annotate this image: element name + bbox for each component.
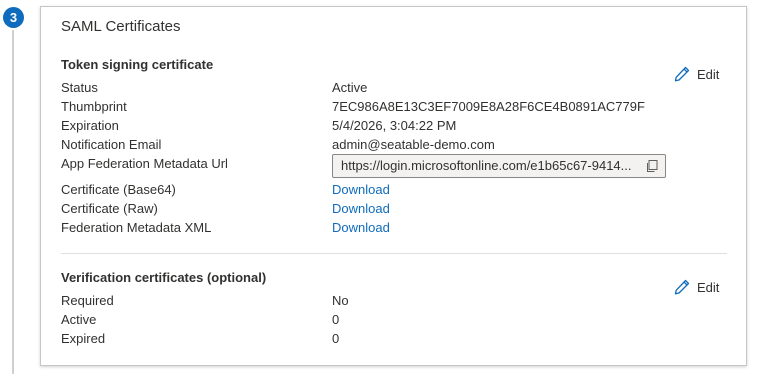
section-divider [61,253,727,254]
token-signing-edit-button[interactable]: Edit [673,65,719,83]
token-signing-title: Token signing certificate [61,57,214,72]
step-connector-line [12,30,14,374]
edit-label: Edit [697,66,720,82]
row-label: Notification Email [61,137,162,152]
row-value: 0 [332,312,340,327]
row-label: Status [61,80,98,95]
row-value: 7EC986A8E13C3EF7009E8A28F6CE4B0891AC779F [332,99,645,114]
metadata-url-value: https://login.microsoftonline.com/e1b65c… [341,158,632,173]
row-label: Active [61,312,97,327]
row-label: Federation Metadata XML [61,220,212,235]
row-value: No [332,293,349,308]
row-value: 5/4/2026, 3:04:22 PM [332,118,457,133]
card-title: SAML Certificates [61,18,181,35]
pencil-icon [674,279,690,295]
download-raw-link[interactable]: Download [332,199,390,218]
row-value: admin@seatable-demo.com [332,137,495,152]
saml-certificates-card: SAML Certificates Token signing certific… [40,6,747,366]
row-value: Active [332,80,368,95]
step-number-badge: 3 [3,7,24,28]
row-label: Thumbprint [61,99,127,114]
row-label: Expiration [61,118,119,133]
copy-icon[interactable] [645,159,659,173]
edit-label: Edit [697,279,720,295]
download-base64-link[interactable]: Download [332,180,390,199]
metadata-url-field[interactable]: https://login.microsoftonline.com/e1b65c… [332,154,666,178]
row-label: Required [61,293,114,308]
pencil-icon [674,66,690,82]
row-label: Expired [61,331,106,346]
verification-title: Verification certificates (optional) [61,270,267,285]
download-metadata-xml-link[interactable]: Download [332,218,390,237]
row-value: 0 [332,331,340,346]
row-label: App Federation Metadata Url [61,156,228,171]
row-label: Certificate (Raw) [61,201,158,216]
verification-edit-button[interactable]: Edit [673,278,719,296]
row-label: Certificate (Base64) [61,182,176,197]
